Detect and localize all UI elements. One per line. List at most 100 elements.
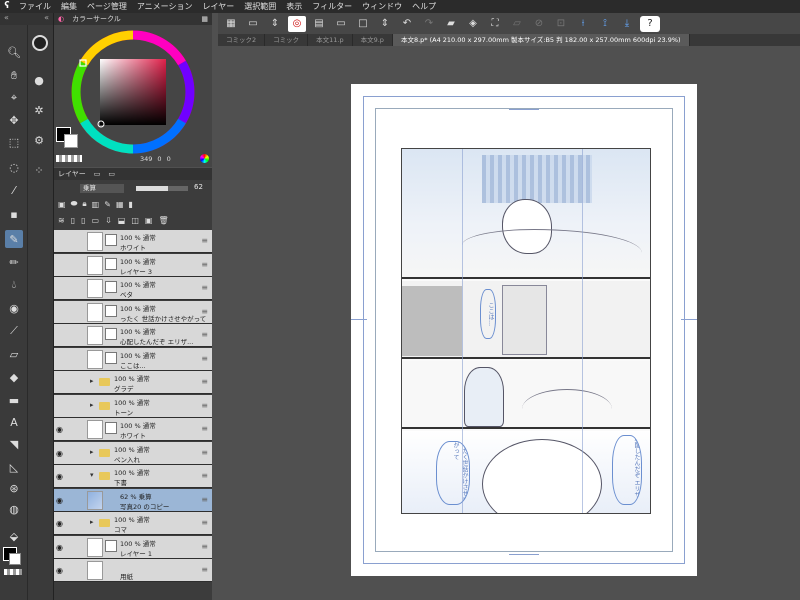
eyedropper-tool-icon[interactable]: ⁄: [5, 181, 23, 199]
opacity-slider[interactable]: [136, 186, 188, 191]
manga-page[interactable]: ここは… 心配したんだぞ エリザ ったく世話かけさせやがって: [351, 84, 697, 576]
layer-tab[interactable]: レイヤー: [54, 169, 90, 179]
page-spin-icon[interactable]: ⇕: [376, 16, 394, 32]
transform-icon[interactable]: ⛶: [486, 16, 504, 32]
tab-comic[interactable]: コミック: [265, 34, 309, 46]
drag-handle-icon[interactable]: ≡: [201, 471, 208, 480]
drag-handle-icon[interactable]: ≡: [201, 307, 208, 316]
subtool-blob-icon[interactable]: ●: [30, 71, 48, 89]
layer-row[interactable]: ◉ ▸ 100 % 通常 コマ ≡: [54, 512, 212, 535]
drag-handle-icon[interactable]: ≡: [201, 354, 208, 363]
drag-handle-icon[interactable]: ≡: [201, 260, 208, 269]
subtool-sparkle-icon[interactable]: ✲: [30, 101, 48, 119]
subtool-gear-icon[interactable]: ⚙︎: [30, 131, 48, 149]
fill-tool-icon[interactable]: ◆: [5, 368, 23, 386]
color-wheel-tab-icon[interactable]: ◐: [54, 15, 68, 23]
drag-handle-icon[interactable]: ≡: [201, 401, 208, 410]
menu-file[interactable]: ファイル: [14, 1, 56, 12]
layer-row[interactable]: ◉ 100 % 通常 レイヤー 1 ≡: [54, 535, 212, 559]
folder-collapse-icon[interactable]: ▾: [90, 471, 94, 479]
drag-handle-icon[interactable]: ≡: [201, 495, 208, 504]
drag-handle-icon[interactable]: ≡: [201, 542, 208, 551]
app-logo-icon[interactable]: ʕ: [0, 0, 14, 13]
eraser-tool-icon[interactable]: ▱: [5, 345, 23, 363]
folder-expand-icon[interactable]: ▸: [90, 401, 94, 409]
transfer-down-icon[interactable]: ⇩: [105, 216, 112, 225]
layer-row[interactable]: ▸ 100 % 通常 グラデ ≡: [54, 371, 212, 394]
subtool-scatter-icon[interactable]: ⁘: [30, 161, 48, 179]
mask-apply-icon[interactable]: ▣: [145, 216, 153, 225]
drag-handle-icon[interactable]: ≡: [201, 283, 208, 292]
new-raster-layer-icon[interactable]: ▯: [71, 216, 75, 225]
layer-clip-icon[interactable]: ▥: [92, 200, 100, 209]
layer-row[interactable]: ◉ 100 % 通常 ホワイト ≡: [54, 418, 212, 441]
layer-visibility-eye-icon[interactable]: ◉: [56, 425, 65, 434]
drag-handle-icon[interactable]: ≡: [201, 236, 208, 245]
fill-icon[interactable]: ◈: [464, 16, 482, 32]
hand-tool-icon[interactable]: ✋︎: [5, 67, 23, 85]
panel-1[interactable]: [402, 149, 650, 279]
folder-expand-icon[interactable]: ▸: [90, 377, 94, 385]
spin-icon[interactable]: ⇕: [266, 16, 284, 32]
drag-handle-icon[interactable]: ≡: [201, 424, 208, 433]
layer-row[interactable]: 100 % 通常 ホワイト ≡: [54, 230, 212, 253]
hue-value[interactable]: 349: [140, 155, 152, 163]
tab-honbun8[interactable]: 本文8.p* (A4 210.00 x 297.00mm 製本サイズ:B5 判 …: [392, 34, 690, 46]
selection-tool-icon[interactable]: ⬚: [5, 133, 23, 151]
drag-handle-icon[interactable]: ≡: [201, 330, 208, 339]
opacity-value[interactable]: 62: [194, 183, 203, 191]
canvas-area[interactable]: ここは… 心配したんだぞ エリザ ったく世話かけさせやがって: [218, 46, 800, 600]
menu-help[interactable]: ヘルプ: [407, 1, 441, 12]
layer-palette-color-icon[interactable]: ▮: [129, 200, 133, 209]
mask-create-icon[interactable]: ◫: [131, 216, 139, 225]
layer-visibility-eye-icon[interactable]: ◉: [56, 543, 65, 552]
new-file-icon[interactable]: ▭: [244, 16, 262, 32]
color-wheel[interactable]: [68, 27, 198, 157]
value-value[interactable]: 0: [167, 155, 171, 163]
operation-tool-icon[interactable]: ⌖: [5, 89, 23, 107]
invert-selection-icon[interactable]: ⊡: [552, 16, 570, 32]
layer-color-icon[interactable]: ▣: [58, 200, 66, 209]
layer-visibility-eye-icon[interactable]: ◉: [56, 472, 65, 481]
folder-expand-icon[interactable]: ▸: [90, 518, 94, 526]
layer-row[interactable]: ▸ 100 % 通常 トーン ≡: [54, 394, 212, 418]
brush-tool-icon[interactable]: 💧︎: [5, 276, 23, 294]
subtool-q-icon[interactable]: [32, 35, 48, 51]
layer-row[interactable]: ◉ 用紙 ≡: [54, 559, 212, 582]
new-folder-icon[interactable]: ▭: [92, 216, 100, 225]
menu-grid-icon[interactable]: ▦: [222, 16, 240, 32]
ruler-tool-icon[interactable]: ◺: [5, 458, 23, 476]
palette-collapse-bar[interactable]: ««: [0, 13, 53, 25]
pencil-tool-icon[interactable]: ✏︎: [5, 253, 23, 271]
snap-grid-icon[interactable]: ⤓: [618, 16, 636, 32]
correct-line-tool-icon[interactable]: ⊛: [5, 479, 23, 497]
menu-window[interactable]: ウィンドウ: [357, 1, 407, 12]
drag-handle-icon[interactable]: ≡: [201, 518, 208, 527]
clear-icon[interactable]: ▰: [442, 16, 460, 32]
layer-row[interactable]: 100 % 通常 ベタ ≡: [54, 277, 212, 300]
layer-delete-icon[interactable]: 🗑︎: [158, 216, 168, 225]
snap-special-icon[interactable]: ⟟: [596, 16, 614, 32]
tab-honbun9[interactable]: 本文9.p: [353, 34, 393, 46]
drag-handle-icon[interactable]: ≡: [201, 565, 208, 574]
gradient-tool-icon[interactable]: ▪: [5, 205, 23, 223]
saturation-value[interactable]: 0: [157, 155, 161, 163]
menu-view[interactable]: 表示: [281, 1, 307, 12]
layer-search-tab-icon[interactable]: ▭: [104, 170, 119, 178]
blend-mode-select[interactable]: 乗算: [80, 184, 124, 193]
pen-tool-icon[interactable]: ✎: [5, 230, 23, 248]
cloud-sync-icon[interactable]: ◎: [288, 15, 306, 32]
tab-comic2[interactable]: コミック2: [218, 34, 266, 46]
transparent-swatch[interactable]: [4, 569, 22, 575]
layer-ref-icon[interactable]: ⬬: [71, 199, 78, 209]
collapse-left-icon[interactable]: «: [4, 13, 9, 25]
move-layer-tool-icon[interactable]: ✥: [5, 111, 23, 129]
merge-down-icon[interactable]: ⬓: [118, 216, 126, 225]
layer-visibility-eye-icon[interactable]: ◉: [56, 496, 65, 505]
collapse-right-icon[interactable]: «: [44, 13, 49, 25]
panel-3[interactable]: [402, 361, 650, 429]
layer-draft-icon[interactable]: ✎: [104, 200, 111, 209]
color-set-tab-icon[interactable]: ▦: [197, 15, 212, 23]
menu-page[interactable]: ページ管理: [82, 1, 132, 12]
panel-4[interactable]: 心配したんだぞ エリザ ったく世話かけさせやがって: [402, 431, 650, 513]
